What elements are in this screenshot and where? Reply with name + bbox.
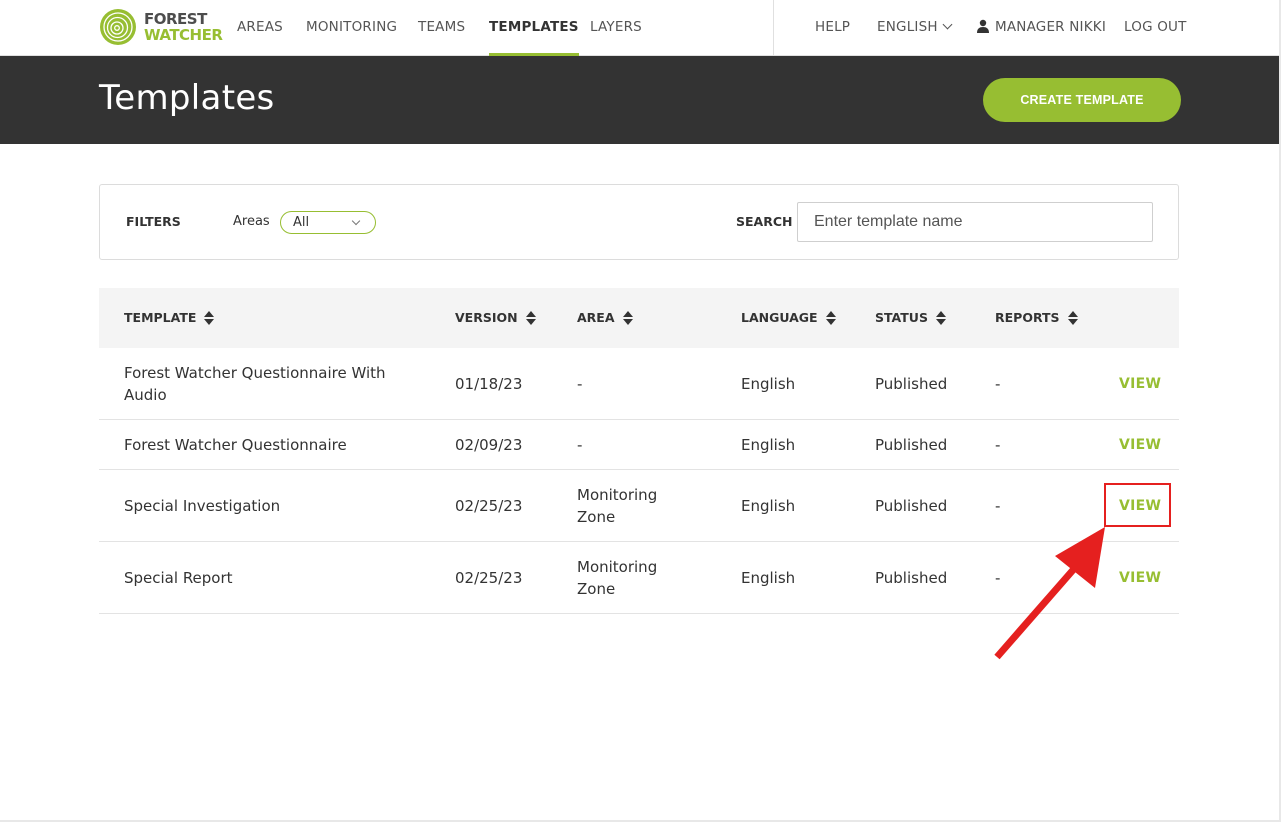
cell-template: Forest Watcher Questionnaire With Audio — [124, 363, 386, 404]
nav-layers[interactable]: LAYERS — [590, 0, 642, 56]
forest-watcher-logo[interactable]: FOREST WATCHER — [99, 7, 223, 47]
cell-version: 02/25/23 — [455, 496, 523, 515]
cell-area: Monitoring Zone — [577, 485, 658, 526]
column-header-label: STATUS — [875, 310, 928, 325]
page-header: Templates CREATE TEMPLATE — [0, 56, 1279, 144]
cell-status: Published — [875, 496, 948, 515]
column-header-reports[interactable]: REPORTS — [995, 288, 1078, 348]
areas-filter-select[interactable]: All — [280, 211, 376, 234]
user-menu[interactable]: MANAGER NIKKI — [976, 0, 1106, 56]
areas-filter-value: All — [293, 215, 310, 230]
language-selector[interactable]: ENGLISH — [877, 0, 953, 56]
cell-version: 01/18/23 — [455, 374, 523, 393]
nav-help[interactable]: HELP — [815, 0, 850, 56]
column-header-status[interactable]: STATUS — [875, 288, 946, 348]
red-arrow-icon — [994, 527, 1105, 660]
column-header-template[interactable]: TEMPLATE — [124, 288, 215, 348]
cell-language: English — [741, 435, 796, 454]
cell-status: Published — [875, 435, 948, 454]
user-icon — [977, 19, 989, 33]
logo-text-forest: FOREST — [144, 10, 207, 28]
nav-monitoring[interactable]: MONITORING — [306, 0, 397, 56]
column-header-label: AREA — [577, 310, 615, 325]
top-navigation-bar: FOREST WATCHER AREAS MONITORING TEAMS TE… — [0, 0, 1279, 56]
nav-templates[interactable]: TEMPLATES — [489, 0, 579, 56]
filters-label: FILTERS — [126, 214, 181, 229]
sort-icon — [935, 311, 946, 325]
cell-area: - — [577, 435, 583, 454]
logout-link[interactable]: LOG OUT — [1124, 0, 1187, 56]
chevron-down-icon — [351, 216, 361, 226]
view-template-link[interactable]: VIEW — [1119, 348, 1161, 419]
view-template-link[interactable]: VIEW — [1119, 420, 1161, 469]
table-row: Forest Watcher Questionnaire 02/09/23 - … — [99, 420, 1179, 470]
cell-area: - — [577, 374, 583, 393]
search-label: SEARCH — [736, 214, 793, 229]
tree-rings-icon — [100, 9, 136, 45]
cell-language: English — [741, 568, 796, 587]
column-header-label: VERSION — [455, 310, 518, 325]
column-header-label: REPORTS — [995, 310, 1060, 325]
column-header-area[interactable]: AREA — [577, 288, 633, 348]
cell-status: Published — [875, 568, 948, 587]
cell-language: English — [741, 374, 796, 393]
chevron-down-icon — [942, 19, 953, 30]
cell-template: Special Investigation — [124, 496, 281, 515]
sort-icon — [525, 311, 536, 325]
nav-divider — [773, 0, 774, 56]
column-header-language[interactable]: LANGUAGE — [741, 288, 836, 348]
cell-template: Forest Watcher Questionnaire — [124, 435, 347, 454]
table-row: Forest Watcher Questionnaire With Audio … — [99, 348, 1179, 420]
filter-bar: FILTERS Areas All SEARCH — [99, 184, 1179, 260]
cell-version: 02/25/23 — [455, 568, 523, 587]
create-template-button[interactable]: CREATE TEMPLATE — [983, 78, 1181, 122]
column-header-label: TEMPLATE — [124, 310, 197, 325]
column-header-version[interactable]: VERSION — [455, 288, 536, 348]
cell-version: 02/09/23 — [455, 435, 523, 454]
nav-areas[interactable]: AREAS — [237, 0, 283, 56]
cell-reports: - — [995, 374, 1001, 393]
table-header: TEMPLATE VERSION AREA LANGUAGE STATUS RE… — [99, 288, 1179, 348]
logo-text-watcher: WATCHER — [144, 26, 223, 44]
user-name: MANAGER NIKKI — [995, 19, 1107, 35]
page-title: Templates — [99, 78, 275, 118]
template-search-input[interactable] — [797, 202, 1153, 242]
sort-icon — [1067, 311, 1078, 325]
areas-filter-label: Areas — [233, 214, 270, 229]
cell-language: English — [741, 496, 796, 515]
cell-template: Special Report — [124, 568, 233, 587]
language-label: ENGLISH — [877, 19, 938, 35]
cell-status: Published — [875, 374, 948, 393]
nav-teams[interactable]: TEAMS — [418, 0, 465, 56]
view-template-link[interactable]: VIEW — [1119, 542, 1161, 613]
sort-icon — [622, 311, 633, 325]
sort-icon — [825, 311, 836, 325]
cell-area: Monitoring Zone — [577, 557, 658, 598]
cell-reports: - — [995, 435, 1001, 454]
column-header-label: LANGUAGE — [741, 310, 818, 325]
logo-wordmark: FOREST WATCHER — [144, 10, 223, 44]
sort-icon — [204, 311, 215, 325]
